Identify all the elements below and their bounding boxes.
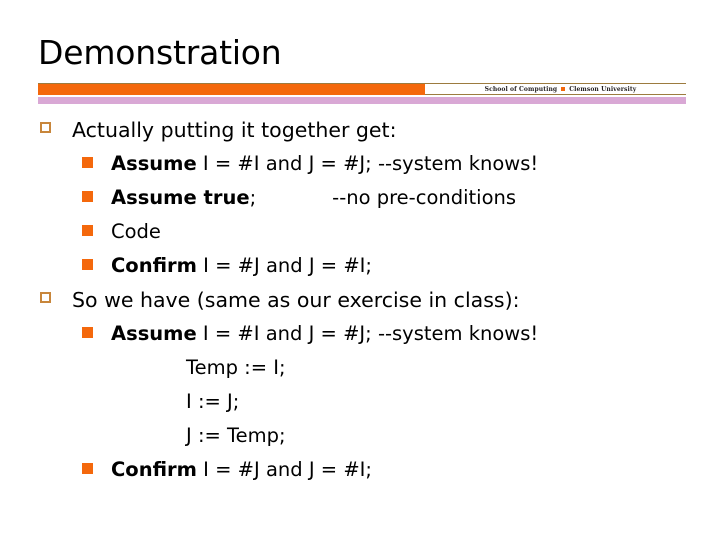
slide-body: Actually putting it together get: Assume…	[40, 113, 700, 487]
header-lilac-bar	[38, 97, 686, 104]
list-item: So we have (same as our exercise in clas…	[40, 283, 700, 317]
keyword-assume: Assume	[111, 152, 197, 175]
keyword-assume-true: Assume true	[111, 186, 250, 209]
slide: Demonstration School of Computing Clemso…	[0, 0, 720, 540]
statement-text: ;	[249, 186, 257, 209]
list-item-label: Code	[111, 220, 161, 243]
square-bullet-icon	[561, 87, 566, 91]
code-line: J := Temp;	[40, 419, 700, 453]
statement-text: I = #J and J = #I;	[196, 458, 372, 481]
school-label: School of Computing	[484, 85, 558, 93]
list-item-label: Actually putting it together get:	[72, 118, 397, 142]
hollow-square-bullet-icon	[40, 122, 51, 133]
code-line-text: I := J;	[186, 390, 240, 413]
list-item-label: Confirm I = #J and J = #I;	[111, 453, 372, 487]
list-item: Assume I = #I and J = #J; --system knows…	[40, 147, 700, 181]
list-item: Code	[40, 215, 700, 249]
header-orange-bar	[38, 84, 425, 95]
list-item-label: Assume true; --no pre-conditions	[111, 181, 516, 215]
comment-text: --no pre-conditions	[332, 186, 517, 209]
code-line: I := J;	[40, 385, 700, 419]
header-credit: School of Computing Clemson University	[435, 83, 686, 95]
list-item: Confirm I = #J and J = #I;	[40, 453, 700, 487]
solid-square-bullet-icon	[82, 157, 93, 168]
code-line-text: J := Temp;	[186, 424, 286, 447]
university-label: Clemson University	[569, 85, 637, 93]
statement-text: I = #I and J = #J; --system knows!	[196, 152, 539, 175]
keyword-confirm: Confirm	[111, 254, 197, 277]
list-item-label: Assume I = #I and J = #J; --system knows…	[111, 317, 538, 351]
statement-text: I = #I and J = #J; --system knows!	[196, 322, 539, 345]
list-item: Actually putting it together get:	[40, 113, 700, 147]
code-line: Temp := I;	[40, 351, 700, 385]
header-decoration: School of Computing Clemson University	[38, 83, 686, 105]
list-item-label: So we have (same as our exercise in clas…	[72, 288, 520, 312]
solid-square-bullet-icon	[82, 191, 93, 202]
list-item: Confirm I = #J and J = #I;	[40, 249, 700, 283]
code-line-text: Temp := I;	[186, 356, 286, 379]
statement-text: I = #J and J = #I;	[196, 254, 372, 277]
page-title: Demonstration	[38, 33, 282, 72]
solid-square-bullet-icon	[82, 463, 93, 474]
solid-square-bullet-icon	[82, 225, 93, 236]
list-item: Assume I = #I and J = #J; --system knows…	[40, 317, 700, 351]
list-item-label: Assume I = #I and J = #J; --system knows…	[111, 147, 538, 181]
solid-square-bullet-icon	[82, 327, 93, 338]
keyword-assume: Assume	[111, 322, 197, 345]
list-item: Assume true; --no pre-conditions	[40, 181, 700, 215]
keyword-confirm: Confirm	[111, 458, 197, 481]
solid-square-bullet-icon	[82, 259, 93, 270]
hollow-square-bullet-icon	[40, 292, 51, 303]
list-item-label: Confirm I = #J and J = #I;	[111, 249, 372, 283]
